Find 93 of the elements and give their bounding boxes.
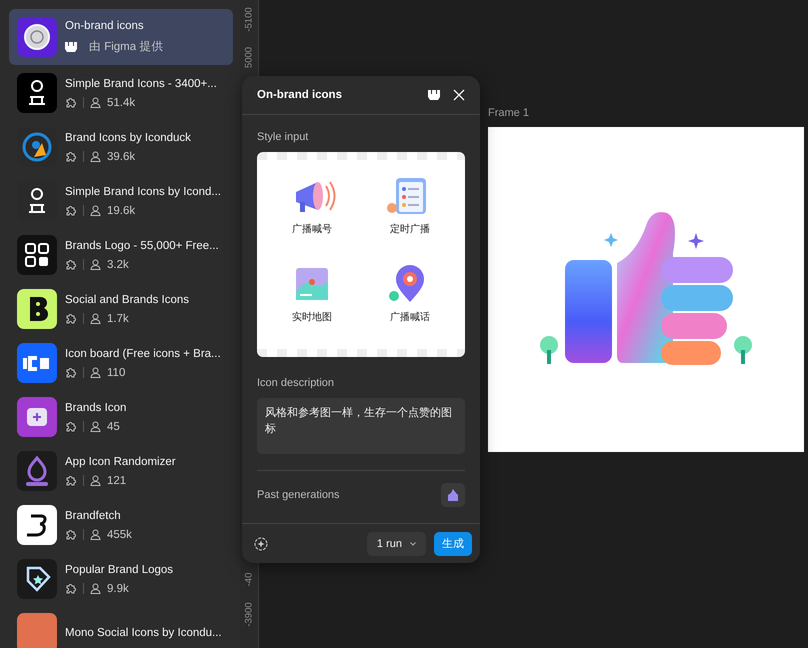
plugin-name: On-brand icons <box>65 20 145 32</box>
style-reference-image[interactable]: 广播喊号 定时广播 实时地图 广播喊话 <box>257 152 465 357</box>
plugin-thumbnail-icon <box>17 17 57 57</box>
plugin-name: Popular Brand Logos <box>65 564 174 576</box>
plugin-list-item[interactable]: On-brand icons 由 Figma 提供 <box>9 9 233 65</box>
caret-icon <box>410 542 416 546</box>
puzzle-icon <box>65 528 77 540</box>
dialog-title: On-brand icons <box>257 89 343 101</box>
plugin-name: Brands Icon <box>65 402 126 414</box>
plugin-name: Brand Icons by Iconduck <box>65 132 191 144</box>
user-count: 39.6k <box>107 150 136 162</box>
puzzle-icon <box>65 204 77 216</box>
puzzle-icon <box>65 312 77 324</box>
user-count: 19.6k <box>107 204 136 216</box>
plugin-list-item[interactable]: Brand Icons by Iconduck 39.6k <box>9 120 233 174</box>
description-field[interactable]: 风格和参考图一样，生存一个点赞的图标 <box>257 398 465 454</box>
user-icon <box>90 97 101 108</box>
plugin-name: Brands Logo - 55,000+ Free... <box>65 240 219 252</box>
location-pin-drawing <box>389 264 424 302</box>
plugin-thumbnail-icon <box>17 235 57 275</box>
user-icon <box>90 421 101 432</box>
user-icon <box>90 475 101 486</box>
plugin-thumbnail-icon <box>17 505 57 545</box>
plugin-name: Simple Brand Icons - 3400+... <box>65 78 217 90</box>
user-icon <box>90 313 101 324</box>
section-label: Icon description <box>257 377 336 389</box>
user-count: 110 <box>107 366 126 378</box>
provider-label: 由 Figma 提供 <box>89 40 164 54</box>
runs-dropdown[interactable]: 1 run <box>366 532 426 556</box>
megaphone-drawing <box>296 181 336 212</box>
puzzle-icon <box>65 366 77 378</box>
puzzle-icon <box>65 150 77 162</box>
plugin-list-item[interactable]: Social and Brands Icons 1.7k <box>9 282 233 336</box>
plugin-name: Icon board (Free icons + Bra... <box>65 348 221 360</box>
plugin-list-item[interactable]: Icon board (Free icons + Bra... 110 <box>9 336 233 390</box>
section-label: Style input <box>257 131 310 143</box>
user-count: 9.9k <box>107 582 129 594</box>
user-icon <box>90 205 101 216</box>
user-icon <box>90 583 101 594</box>
reference-caption: 定时广播 <box>390 222 430 236</box>
user-icon <box>90 367 101 378</box>
user-icon <box>90 529 101 540</box>
reference-caption: 广播喊话 <box>390 310 430 324</box>
plugin-thumbnail-icon <box>17 613 57 648</box>
clipboard-drawing <box>387 178 426 214</box>
plugin-thumbnail-icon <box>17 397 57 437</box>
plugin-name: Simple Brand Icons by Icond... <box>65 186 221 198</box>
user-icon <box>90 151 101 162</box>
plugin-thumbnail-icon <box>17 559 57 599</box>
reference-caption: 广播喊号 <box>292 222 332 236</box>
plugin-logo-icon <box>428 90 440 100</box>
puzzle-icon <box>65 420 77 432</box>
ruler-label: -3900 <box>244 601 254 629</box>
ruler-label: -5100 <box>244 6 254 34</box>
plugin-list-item[interactable]: Brands Icon 45 <box>9 390 233 444</box>
plugin-thumbnail-icon <box>17 289 57 329</box>
plugin-list-item[interactable]: Popular Brand Logos 9.9k <box>9 552 233 606</box>
user-icon <box>90 259 101 270</box>
user-count: 455k <box>107 528 132 540</box>
plugin-list-item[interactable]: Brands Logo - 55,000+ Free... 3.2k <box>9 228 233 282</box>
user-count: 3.2k <box>107 258 129 270</box>
frame-label[interactable]: Frame 1 <box>488 107 529 119</box>
user-count: 51.4k <box>107 96 136 108</box>
close-button[interactable] <box>452 88 466 102</box>
generate-button[interactable]: 生成 <box>434 532 472 556</box>
plugin-list-item[interactable]: Mono Social Icons by Icondu... <box>9 606 233 648</box>
section-label: Past generations <box>257 489 340 501</box>
user-count: 121 <box>107 474 126 486</box>
plugin-name: Mono Social Icons by Icondu... <box>65 627 222 639</box>
puzzle-icon <box>65 96 77 108</box>
plugin-list-item[interactable]: Simple Brand Icons - 3400+... 51.4k <box>9 66 233 120</box>
close-icon <box>452 88 466 102</box>
plugin-name: App Icon Randomizer <box>65 456 176 468</box>
plugin-name: Brandfetch <box>65 510 122 522</box>
reference-caption: 实时地图 <box>292 310 332 324</box>
plugin-thumbnail-icon <box>17 343 57 383</box>
user-count: 1.7k <box>107 312 129 324</box>
plugin-list-item[interactable]: Brandfetch 455k <box>9 498 233 552</box>
plugin-thumbnail-icon <box>17 451 57 491</box>
user-count: 45 <box>107 420 120 432</box>
puzzle-icon <box>65 582 77 594</box>
plugin-name: Social and Brands Icons <box>65 294 190 306</box>
ruler-label: -40 <box>244 572 254 588</box>
plugin-thumbnail-icon <box>17 73 57 113</box>
puzzle-icon <box>65 258 77 270</box>
map-drawing <box>296 268 328 300</box>
plugin-logo-icon <box>65 42 77 52</box>
ruler-label: 5000 <box>244 46 254 70</box>
plugin-list-item[interactable]: Simple Brand Icons by Icond... 19.6k <box>9 174 233 228</box>
sparkle-target-icon[interactable] <box>254 536 268 550</box>
plugin-list-item[interactable]: App Icon Randomizer 121 <box>9 444 233 498</box>
past-generation-thumbnail[interactable] <box>441 483 465 507</box>
puzzle-icon <box>65 474 77 486</box>
